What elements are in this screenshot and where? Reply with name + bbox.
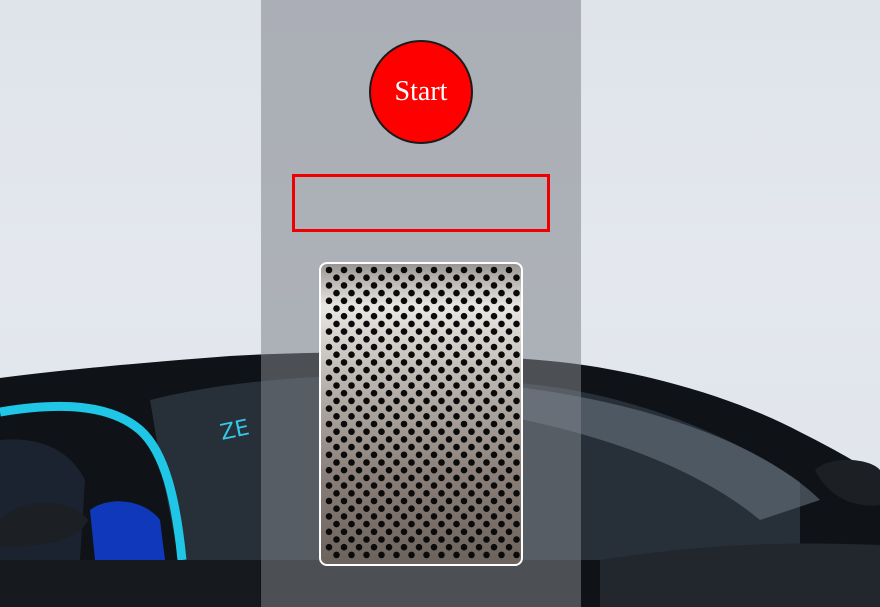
start-button[interactable]: Start [369, 40, 473, 144]
speaker-grille-icon [319, 262, 523, 566]
app-stage: ZE Start [0, 0, 880, 607]
result-display [292, 174, 550, 232]
